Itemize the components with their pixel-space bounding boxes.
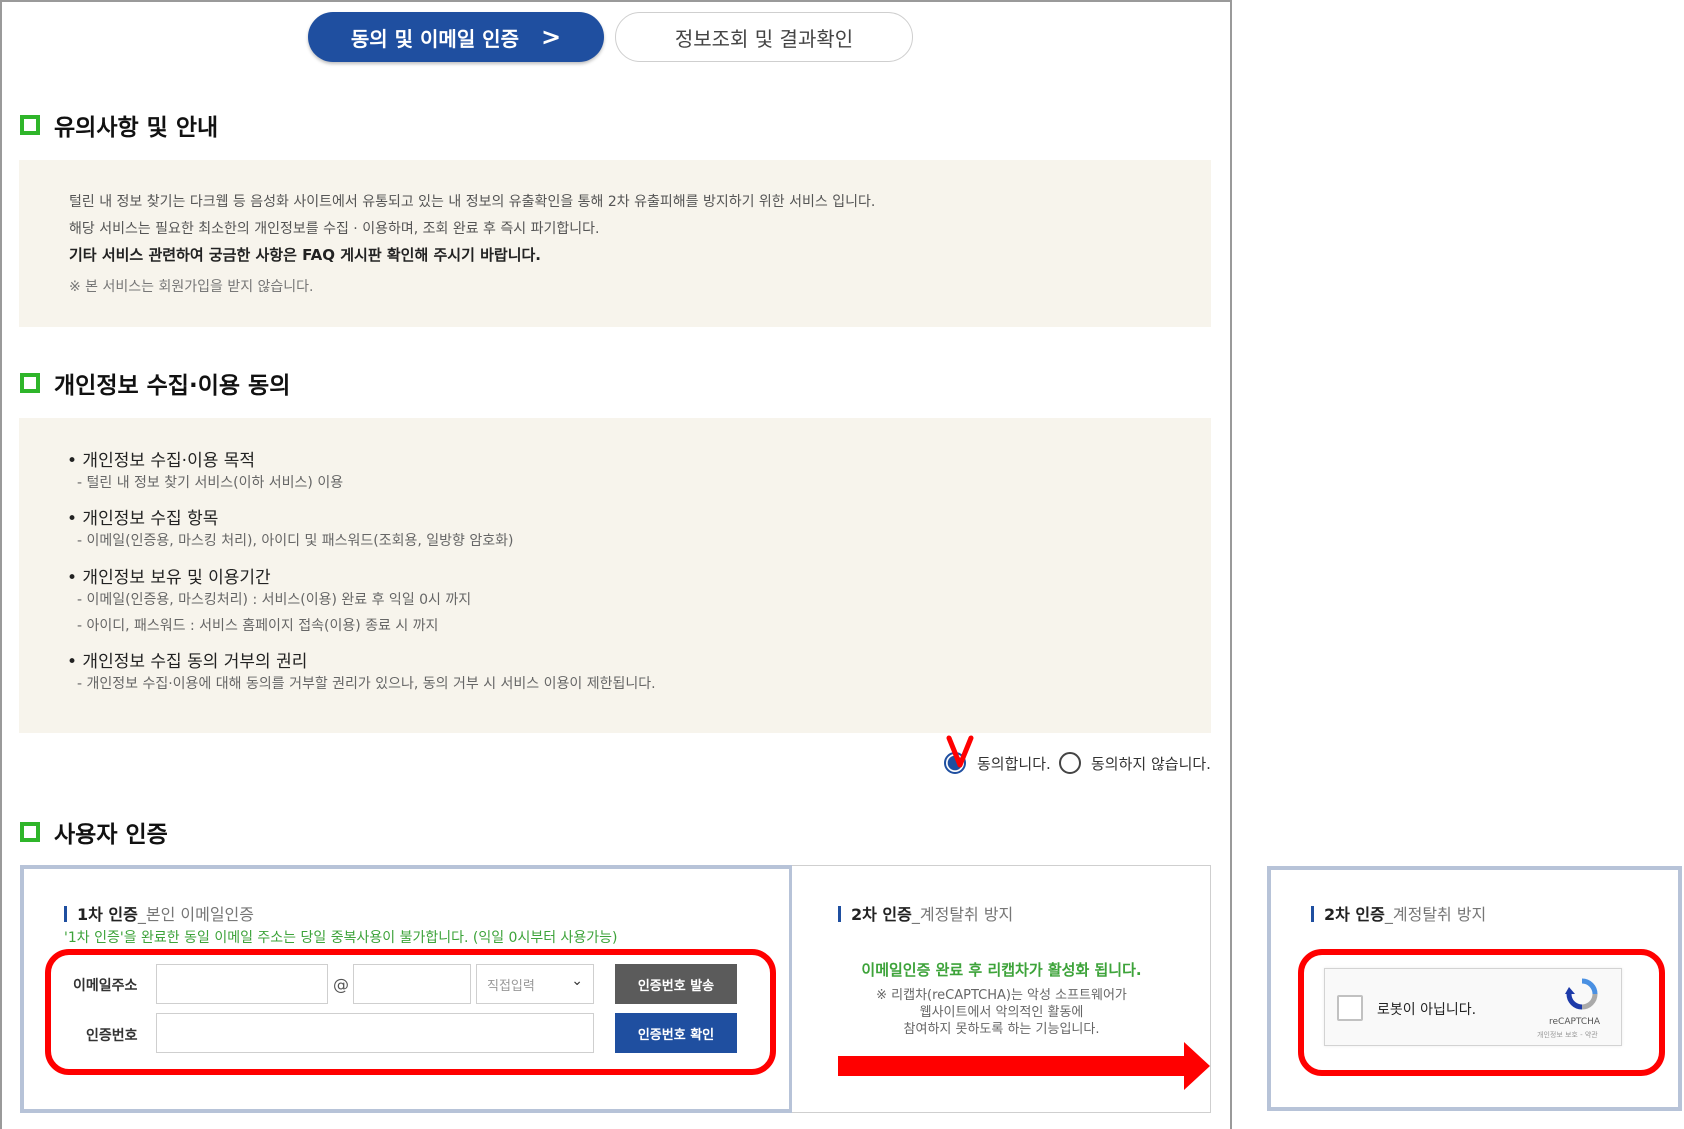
tab-lookup-result[interactable]: 정보조회 및 결과확인	[615, 12, 913, 62]
tab-consent-email-auth[interactable]: 동의 및 이메일 인증 >	[308, 12, 604, 62]
privacy-item-sub: - 이메일(인증용, 마스킹 처리), 아이디 및 패스워드(조회용, 일방향 …	[77, 533, 514, 549]
first-auth-head-bold: 1차 인증	[77, 905, 138, 924]
red-highlight-recaptcha	[1298, 949, 1665, 1076]
privacy-item-title: • 개인정보 보유 및 이용기간	[67, 568, 271, 588]
agree-label[interactable]: 동의합니다.	[977, 753, 1051, 774]
auth-title-text: 사용자 인증	[54, 822, 168, 848]
tab-lookup-label: 정보조회 및 결과확인	[674, 26, 854, 51]
privacy-item-sub: - 개인정보 수집·이용에 대해 동의를 거부할 권리가 있으나, 동의 거부 …	[77, 676, 656, 692]
section-title-auth: 사용자 인증	[20, 815, 168, 849]
second-auth-head-bold: 2차 인증	[851, 905, 912, 924]
right-auth-head-bold: 2차 인증	[1324, 905, 1385, 924]
square-bullet-icon	[20, 115, 40, 135]
square-bullet-icon	[20, 373, 40, 393]
red-arrow-icon	[838, 1042, 1210, 1090]
first-auth-note: '1차 인증'을 완료한 동일 이메일 주소는 당일 중복사용이 불가합니다. …	[64, 930, 618, 946]
recaptcha-activation-note: 이메일인증 완료 후 리캡차가 활성화 됩니다.	[861, 961, 1142, 979]
heading-bar-icon	[838, 906, 841, 922]
heading-bar-icon	[1311, 906, 1314, 922]
tab-consent-label: 동의 및 이메일 인증	[350, 26, 519, 51]
right-auth-head-light: _계정탈취 방지	[1384, 905, 1487, 924]
first-auth-head-light: _본인 이메일인증	[137, 905, 255, 924]
privacy-item-sub: - 이메일(인증용, 마스킹처리) : 서비스(이용) 완료 후 익일 0시 까…	[77, 592, 472, 608]
right-auth-heading: 2차 인증_계정탈취 방지	[1311, 901, 1486, 925]
second-auth-heading: 2차 인증_계정탈취 방지	[838, 901, 1013, 925]
section-title-privacy: 개인정보 수집·이용 동의	[20, 366, 290, 400]
square-bullet-icon	[20, 822, 40, 842]
disagree-label[interactable]: 동의하지 않습니다.	[1091, 753, 1211, 774]
notice-panel: 털린 내 정보 찾기는 다크웹 등 음성화 사이트에서 유통되고 있는 내 정보…	[19, 160, 1211, 327]
disagree-radio[interactable]	[1059, 752, 1081, 774]
first-auth-heading: 1차 인증_본인 이메일인증	[64, 901, 254, 925]
second-auth-head-light: _계정탈취 방지	[911, 905, 1014, 924]
notice-title-text: 유의사항 및 안내	[54, 115, 219, 141]
privacy-panel: • 개인정보 수집·이용 목적 - 털린 내 정보 찾기 서비스(이하 서비스)…	[19, 418, 1211, 733]
heading-bar-icon	[64, 906, 67, 922]
notice-line-3: 기타 서비스 관련하여 궁금한 사항은 FAQ 게시판 확인해 주시기 바랍니다…	[69, 246, 541, 264]
chevron-right-icon: >	[540, 23, 562, 51]
privacy-item-title: • 개인정보 수집·이용 목적	[67, 451, 256, 471]
privacy-title-text: 개인정보 수집·이용 동의	[54, 373, 291, 399]
recaptcha-desc-line-3: 참여하지 못하도록 하는 기능입니다.	[903, 1022, 1100, 1037]
red-check-mark-icon	[946, 735, 974, 768]
notice-line-2: 해당 서비스는 필요한 최소한의 개인정보를 수집 · 이용하며, 조회 완료 …	[69, 221, 600, 237]
notice-line-4: ※ 본 서비스는 회원가입을 받지 않습니다.	[69, 279, 314, 295]
privacy-item-title: • 개인정보 수집 항목	[67, 509, 219, 529]
notice-line-1: 털린 내 정보 찾기는 다크웹 등 음성화 사이트에서 유통되고 있는 내 정보…	[69, 194, 876, 210]
section-title-notice: 유의사항 및 안내	[20, 108, 218, 142]
privacy-item-title: • 개인정보 수집 동의 거부의 권리	[67, 652, 308, 672]
red-highlight-email-form	[45, 949, 776, 1075]
privacy-item-sub: - 털린 내 정보 찾기 서비스(이하 서비스) 이용	[77, 475, 344, 491]
privacy-item-sub: - 아이디, 패스워드 : 서비스 홈페이지 접속(이용) 종료 시 까지	[77, 618, 439, 634]
